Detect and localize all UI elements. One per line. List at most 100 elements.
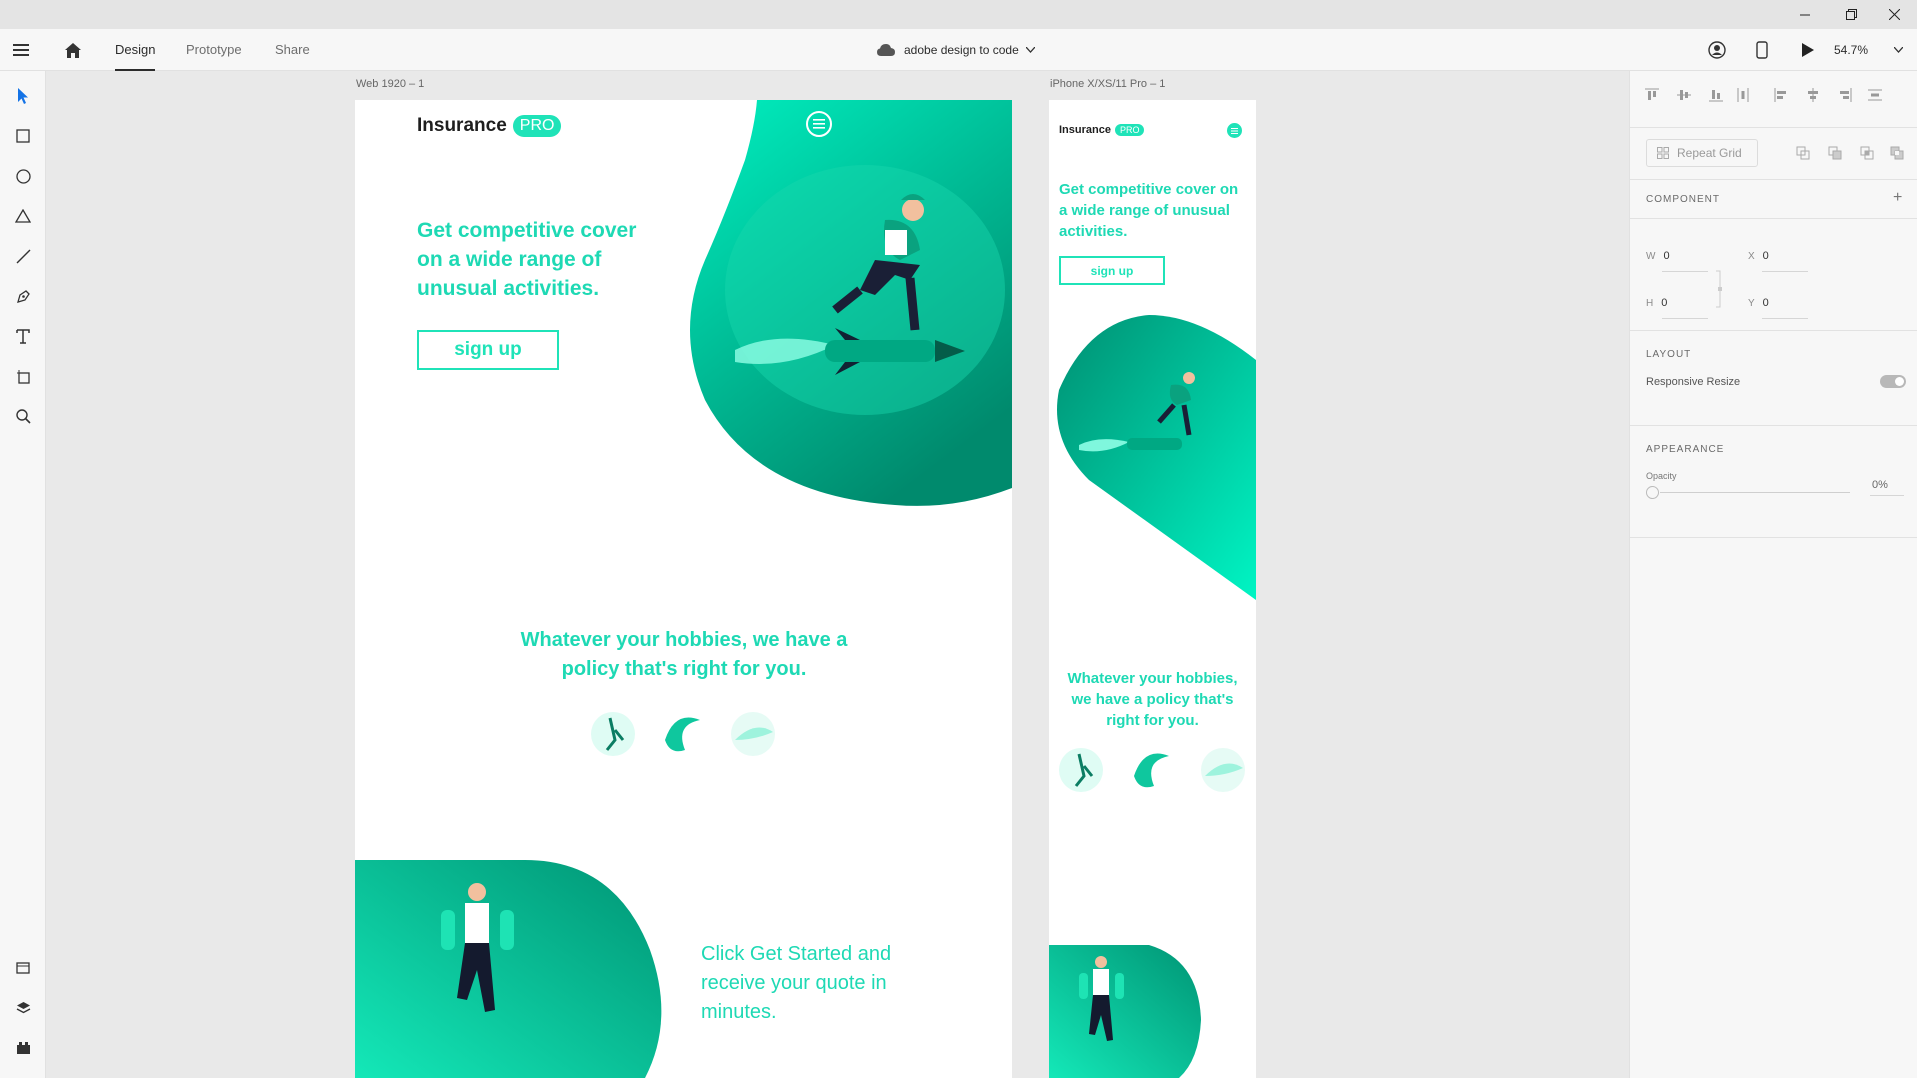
- polygon-tool-icon[interactable]: [9, 202, 37, 230]
- tab-share[interactable]: Share: [275, 29, 310, 71]
- zoom-level[interactable]: 54.7%: [1834, 29, 1868, 71]
- share-user-icon[interactable]: [1706, 39, 1728, 61]
- layout-section: LAYOUT Responsive Resize: [1630, 331, 1917, 426]
- select-tool-icon[interactable]: [9, 82, 37, 110]
- tab-prototype[interactable]: Prototype: [186, 29, 242, 71]
- chevron-down-icon[interactable]: [1024, 45, 1036, 55]
- height-field[interactable]: H0: [1646, 297, 1667, 309]
- web-brand: Insurance PRO: [417, 114, 562, 138]
- mobile-hero-text: Get competitive cover on a wide range of…: [1059, 181, 1239, 240]
- hamburger-menu-icon[interactable]: [10, 39, 32, 61]
- repeat-grid-button[interactable]: Repeat Grid: [1646, 139, 1758, 167]
- brand-name: Insurance: [417, 115, 507, 136]
- distribute-horizontal-icon[interactable]: [1866, 86, 1884, 104]
- mobile-signup-button[interactable]: sign up: [1059, 256, 1165, 285]
- width-underline: [1662, 271, 1708, 272]
- mobile-menu-icon[interactable]: [1227, 123, 1242, 138]
- align-middle-icon[interactable]: [1675, 86, 1693, 104]
- web-signup-button[interactable]: sign up: [417, 330, 559, 370]
- distribute-vertical-icon[interactable]: [1734, 86, 1752, 104]
- line-tool-icon[interactable]: [9, 242, 37, 270]
- responsive-resize-label: Responsive Resize: [1646, 376, 1741, 388]
- repeat-grid-label: Repeat Grid: [1677, 146, 1742, 160]
- boolean-exclude-icon[interactable]: [1888, 144, 1906, 162]
- align-right-icon[interactable]: [1836, 86, 1854, 104]
- height-label: H: [1646, 298, 1654, 309]
- artboard-label-web[interactable]: Web 1920 – 1: [356, 78, 424, 90]
- property-inspector: Repeat Grid COMPONENT + W0 X0 H0 Y0 LAYO…: [1629, 71, 1917, 1078]
- iphone-illustrations: [1049, 315, 1256, 1078]
- zoom-chevron-icon[interactable]: [1892, 45, 1904, 55]
- align-left-icon[interactable]: [1772, 86, 1790, 104]
- assets-panel-icon[interactable]: [9, 954, 37, 982]
- opacity-value[interactable]: 0%: [1872, 479, 1888, 491]
- web-quote-text: Click Get Started and receive your quote…: [701, 943, 892, 1023]
- mobile-pro-badge: PRO: [1114, 124, 1145, 136]
- opacity-slider-track[interactable]: [1660, 492, 1850, 493]
- repeat-grid-icon: [1657, 147, 1669, 159]
- text-tool-icon[interactable]: [9, 322, 37, 350]
- opacity-value-underline: [1870, 495, 1904, 496]
- layout-title: LAYOUT: [1646, 349, 1692, 360]
- width-field[interactable]: W0: [1646, 250, 1670, 262]
- document-title[interactable]: adobe design to code: [904, 29, 1019, 71]
- web-hobby-text: Whatever your hobbies, we have a policy …: [520, 629, 848, 680]
- width-label: W: [1646, 251, 1656, 262]
- lock-aspect-icon[interactable]: [1716, 269, 1724, 309]
- width-value: 0: [1663, 250, 1670, 262]
- add-component-icon[interactable]: +: [1893, 189, 1902, 207]
- restore-icon[interactable]: [1828, 0, 1874, 29]
- home-icon[interactable]: [62, 39, 84, 61]
- artboard-iphone[interactable]: Insurance PRO Get competitive cover on a…: [1049, 100, 1256, 1078]
- web-menu-icon[interactable]: [806, 111, 832, 137]
- responsive-resize-toggle[interactable]: [1880, 375, 1906, 388]
- tool-bar: [0, 71, 46, 1078]
- minimize-icon[interactable]: [1782, 0, 1828, 29]
- play-icon[interactable]: [1797, 39, 1819, 61]
- opacity-label: Opacity: [1646, 471, 1677, 481]
- layers-panel-icon[interactable]: [9, 994, 37, 1022]
- artboard-web[interactable]: Insurance PRO Get competitive cover on a…: [355, 100, 1012, 1078]
- zoom-tool-icon[interactable]: [9, 402, 37, 430]
- boolean-subtract-icon[interactable]: [1826, 144, 1844, 162]
- x-value: 0: [1762, 250, 1769, 262]
- opacity-slider-handle[interactable]: [1646, 486, 1659, 499]
- height-underline: [1662, 318, 1708, 319]
- pen-tool-icon[interactable]: [9, 282, 37, 310]
- app-header: Design Prototype Share adobe design to c…: [0, 29, 1917, 71]
- mobile-brand-name: Insurance: [1059, 124, 1111, 136]
- mobile-hero-blob: [1057, 315, 1256, 600]
- mobile-hobby-text: Whatever your hobbies, we have a policy …: [1067, 670, 1238, 729]
- web-hero-text: Get competitive cover on a wide range of…: [417, 219, 637, 300]
- device-preview-icon[interactable]: [1751, 39, 1773, 61]
- height-value: 0: [1661, 297, 1668, 309]
- ellipse-tool-icon[interactable]: [9, 162, 37, 190]
- y-field[interactable]: Y0: [1748, 297, 1769, 309]
- window-titlebar: [0, 0, 1917, 29]
- align-center-icon[interactable]: [1804, 86, 1822, 104]
- align-top-icon[interactable]: [1643, 86, 1661, 104]
- transform-section: W0 X0 H0 Y0: [1630, 219, 1917, 331]
- component-title: COMPONENT: [1646, 194, 1720, 205]
- appearance-section: APPEARANCE Opacity 0%: [1630, 426, 1917, 538]
- artboard-tool-icon[interactable]: [9, 362, 37, 390]
- x-underline: [1762, 271, 1808, 272]
- design-canvas[interactable]: Web 1920 – 1 Insurance PRO Get competiti…: [46, 71, 1629, 1078]
- align-section: [1630, 71, 1917, 128]
- plugins-panel-icon[interactable]: [9, 1034, 37, 1062]
- rectangle-tool-icon[interactable]: [9, 122, 37, 150]
- boolean-intersect-icon[interactable]: [1858, 144, 1876, 162]
- close-icon[interactable]: [1871, 0, 1917, 29]
- tab-design[interactable]: Design: [115, 29, 156, 71]
- appearance-title: APPEARANCE: [1646, 444, 1725, 455]
- mobile-brand: Insurance PRO: [1059, 122, 1145, 138]
- bottom-blob-shape: [355, 860, 662, 1078]
- component-section: COMPONENT +: [1630, 180, 1917, 219]
- artboard-label-iphone[interactable]: iPhone X/XS/11 Pro – 1: [1050, 78, 1165, 90]
- x-field[interactable]: X0: [1748, 250, 1769, 262]
- x-label: X: [1748, 251, 1755, 262]
- toggle-knob: [1895, 377, 1904, 386]
- boolean-add-icon[interactable]: [1794, 144, 1812, 162]
- align-bottom-icon[interactable]: [1707, 86, 1725, 104]
- y-value: 0: [1762, 297, 1769, 309]
